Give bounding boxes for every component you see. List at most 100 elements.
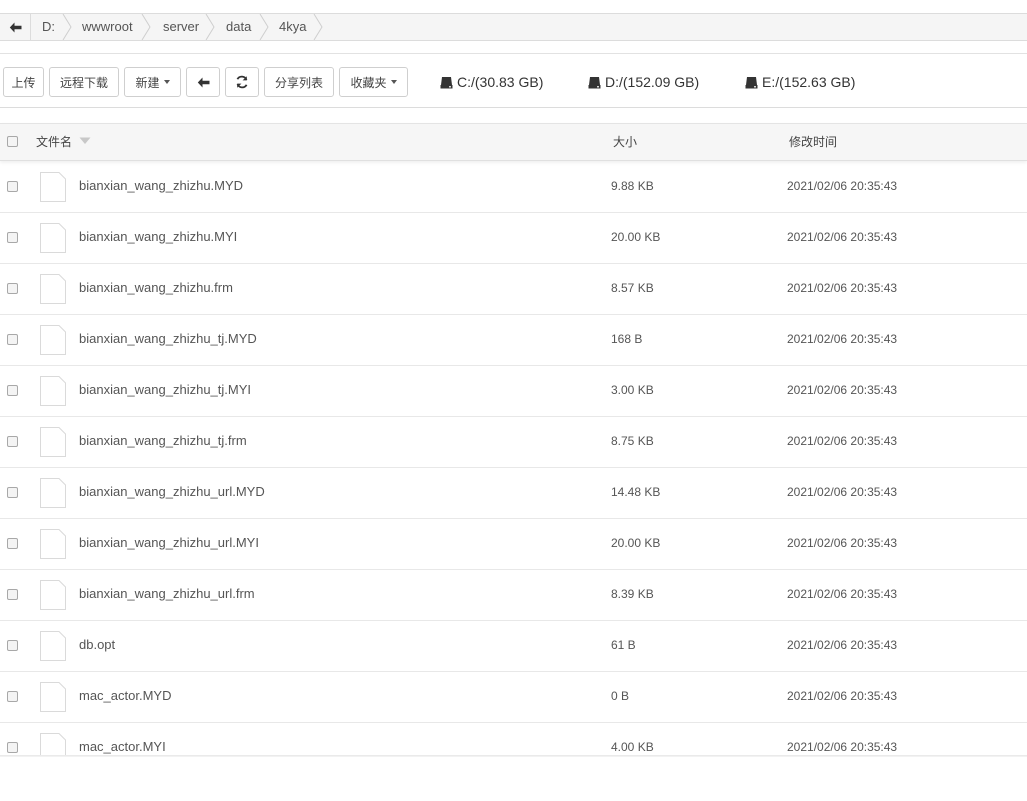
hard-drive-icon (440, 76, 453, 88)
file-size: 8.39 KB (611, 587, 654, 601)
file-name[interactable]: bianxian_wang_zhizhu_url.MYD (79, 484, 265, 499)
arrow-left-icon (197, 77, 209, 87)
select-all-checkbox[interactable] (7, 136, 18, 147)
row-checkbox[interactable] (7, 436, 18, 447)
disk-c[interactable]: C:/(30.83 GB) (440, 73, 543, 91)
file-modified: 2021/02/06 20:35:43 (787, 281, 898, 295)
file-size: 8.57 KB (611, 281, 654, 295)
table-row[interactable]: bianxian_wang_zhizhu_tj.MYI 3.00 KB 2021… (0, 366, 1027, 417)
row-checkbox[interactable] (7, 742, 18, 753)
row-checkbox[interactable] (7, 640, 18, 651)
row-checkbox[interactable] (7, 334, 18, 345)
file-size: 61 B (611, 638, 636, 652)
table-row[interactable]: bianxian_wang_zhizhu_url.MYI 20.00 KB 20… (0, 519, 1027, 570)
file-icon (40, 172, 66, 202)
file-modified: 2021/02/06 20:35:43 (787, 434, 898, 448)
file-name[interactable]: bianxian_wang_zhizhu_tj.MYD (79, 331, 257, 346)
column-header-name[interactable]: 文件名 (36, 124, 91, 160)
file-name[interactable]: mac_actor.MYD (79, 688, 171, 703)
breadcrumb-separator-icon (313, 14, 323, 40)
file-icon (40, 478, 66, 508)
breadcrumb-separator-icon (62, 14, 72, 40)
file-size: 20.00 KB (611, 230, 661, 244)
sort-desc-icon (79, 137, 91, 144)
file-size: 14.48 KB (611, 485, 661, 499)
file-modified: 2021/02/06 20:35:43 (787, 740, 898, 754)
row-checkbox[interactable] (7, 487, 18, 498)
file-size: 8.75 KB (611, 434, 654, 448)
breadcrumb: D: wwwroot server data 4kya (0, 13, 1027, 41)
row-checkbox[interactable] (7, 691, 18, 702)
file-modified: 2021/02/06 20:35:43 (787, 383, 898, 397)
table-row[interactable]: mac_actor.MYI 4.00 KB 2021/02/06 20:35:4… (0, 723, 1027, 756)
file-size: 4.00 KB (611, 740, 654, 754)
hard-drive-icon (745, 76, 758, 88)
row-checkbox[interactable] (7, 181, 18, 192)
table-row[interactable]: bianxian_wang_zhizhu_tj.MYD 168 B 2021/0… (0, 315, 1027, 366)
caret-down-icon (163, 80, 170, 84)
row-checkbox[interactable] (7, 385, 18, 396)
breadcrumb-separator-icon (205, 14, 215, 40)
file-size: 20.00 KB (611, 536, 661, 550)
table-row[interactable]: bianxian_wang_zhizhu_url.frm 8.39 KB 202… (0, 570, 1027, 621)
table-row[interactable]: bianxian_wang_zhizhu.MYD 9.88 KB 2021/02… (0, 162, 1027, 213)
remote-download-button[interactable]: 远程下载 (49, 67, 119, 97)
share-list-button[interactable]: 分享列表 (264, 67, 334, 97)
row-checkbox[interactable] (7, 589, 18, 600)
file-modified: 2021/02/06 20:35:43 (787, 332, 898, 346)
new-dropdown-button[interactable]: 新建 (124, 67, 181, 97)
file-modified: 2021/02/06 20:35:43 (787, 587, 898, 601)
disk-d[interactable]: D:/(152.09 GB) (588, 73, 699, 91)
breadcrumb-separator-icon (141, 14, 151, 40)
file-icon (40, 682, 66, 712)
breadcrumb-item-data[interactable]: data (226, 14, 251, 40)
table-row[interactable]: db.opt 61 B 2021/02/06 20:35:43 (0, 621, 1027, 672)
file-icon (40, 223, 66, 253)
breadcrumb-back-button[interactable] (0, 14, 31, 40)
file-name[interactable]: bianxian_wang_zhizhu_tj.MYI (79, 382, 251, 397)
file-size: 9.88 KB (611, 179, 654, 193)
column-header-modified[interactable]: 修改时间 (789, 124, 837, 160)
file-name[interactable]: mac_actor.MYI (79, 739, 166, 754)
arrow-left-icon (9, 22, 21, 32)
list-bottom-edge (0, 755, 1027, 757)
upload-button[interactable]: 上传 (3, 67, 44, 97)
breadcrumb-item-wwwroot[interactable]: wwwroot (82, 14, 133, 40)
file-name[interactable]: bianxian_wang_zhizhu_tj.frm (79, 433, 247, 448)
table-row[interactable]: bianxian_wang_zhizhu_tj.frm 8.75 KB 2021… (0, 417, 1027, 468)
caret-down-icon (390, 80, 397, 84)
file-name[interactable]: bianxian_wang_zhizhu.frm (79, 280, 233, 295)
breadcrumb-separator-icon (259, 14, 269, 40)
table-header: 文件名 大小 修改时间 (0, 123, 1027, 161)
refresh-icon (236, 75, 248, 89)
file-modified: 2021/02/06 20:35:43 (787, 485, 898, 499)
file-modified: 2021/02/06 20:35:43 (787, 230, 898, 244)
toolbar: 上传 远程下载 新建 分享列表 收藏夹 C:/(30.83 GB) D:/(15… (0, 53, 1027, 108)
refresh-button[interactable] (225, 67, 259, 97)
table-row[interactable]: bianxian_wang_zhizhu_url.MYD 14.48 KB 20… (0, 468, 1027, 519)
row-checkbox[interactable] (7, 232, 18, 243)
favorites-dropdown-button[interactable]: 收藏夹 (339, 67, 408, 97)
table-row[interactable]: bianxian_wang_zhizhu.MYI 20.00 KB 2021/0… (0, 213, 1027, 264)
row-checkbox[interactable] (7, 283, 18, 294)
file-name[interactable]: bianxian_wang_zhizhu_url.frm (79, 586, 255, 601)
file-modified: 2021/02/06 20:35:43 (787, 689, 898, 703)
table-row[interactable]: mac_actor.MYD 0 B 2021/02/06 20:35:43 (0, 672, 1027, 723)
file-name[interactable]: bianxian_wang_zhizhu.MYD (79, 178, 243, 193)
disk-e[interactable]: E:/(152.63 GB) (745, 73, 855, 91)
breadcrumb-item-drive[interactable]: D: (42, 14, 55, 40)
row-checkbox[interactable] (7, 538, 18, 549)
file-list: bianxian_wang_zhizhu.MYD 9.88 KB 2021/02… (0, 162, 1027, 756)
back-button[interactable] (186, 67, 220, 97)
file-icon (40, 274, 66, 304)
table-row[interactable]: bianxian_wang_zhizhu.frm 8.57 KB 2021/02… (0, 264, 1027, 315)
file-icon (40, 529, 66, 559)
breadcrumb-item-4kya[interactable]: 4kya (279, 14, 306, 40)
file-name[interactable]: db.opt (79, 637, 115, 652)
file-icon (40, 427, 66, 457)
file-name[interactable]: bianxian_wang_zhizhu.MYI (79, 229, 237, 244)
column-header-size[interactable]: 大小 (613, 124, 637, 160)
breadcrumb-item-server[interactable]: server (163, 14, 199, 40)
file-name[interactable]: bianxian_wang_zhizhu_url.MYI (79, 535, 259, 550)
file-size: 3.00 KB (611, 383, 654, 397)
